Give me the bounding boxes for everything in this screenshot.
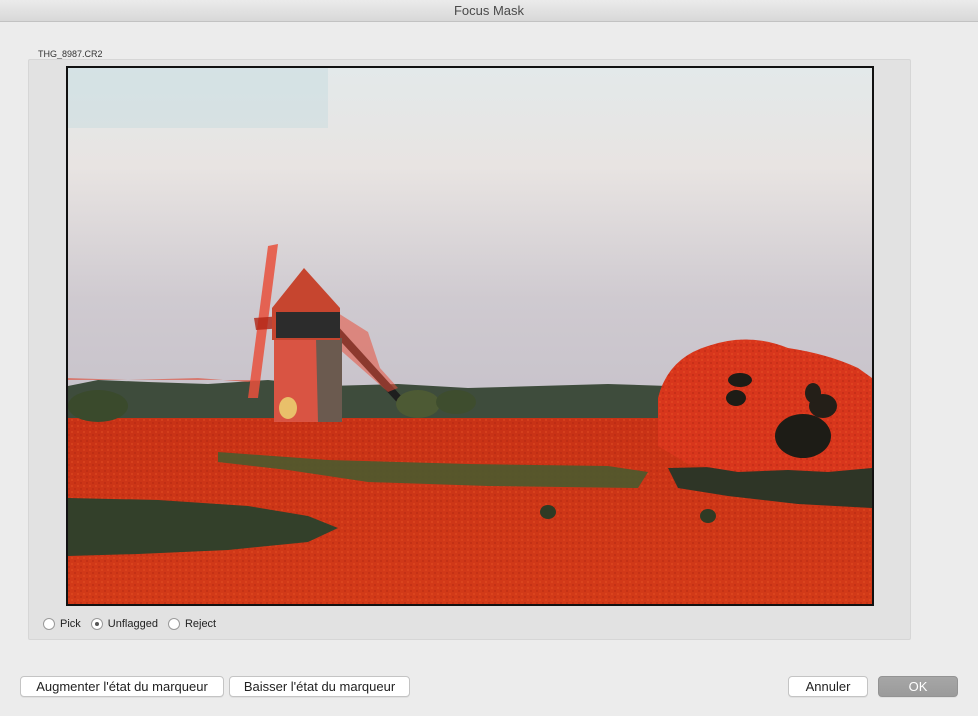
decrease-flag-button[interactable]: Baisser l'état du marqueur [229, 676, 410, 697]
image-filename: THG_8987.CR2 [38, 49, 103, 59]
focus-mask-image [68, 68, 872, 604]
radio-reject[interactable]: Reject [167, 618, 217, 630]
radio-unflagged[interactable]: Unflagged [90, 618, 158, 630]
radio-pick-label: Pick [60, 618, 81, 630]
flag-radio-group: Pick Unflagged Reject [43, 616, 226, 632]
ok-button[interactable]: OK [878, 676, 958, 697]
window-title: Focus Mask [453, 3, 525, 18]
radio-unflagged-label: Unflagged [107, 618, 158, 630]
radio-unflagged-circle[interactable] [90, 618, 103, 630]
radio-reject-circle[interactable] [167, 618, 180, 630]
increase-flag-button[interactable]: Augmenter l'état du marqueur [20, 676, 224, 697]
radio-pick-circle[interactable] [43, 618, 55, 630]
focus-mask-preview [66, 66, 874, 606]
window-titlebar: Focus Mask [0, 0, 978, 22]
cancel-button[interactable]: Annuler [788, 676, 868, 697]
radio-pick[interactable]: Pick [43, 618, 81, 630]
radio-reject-label: Reject [184, 618, 217, 630]
